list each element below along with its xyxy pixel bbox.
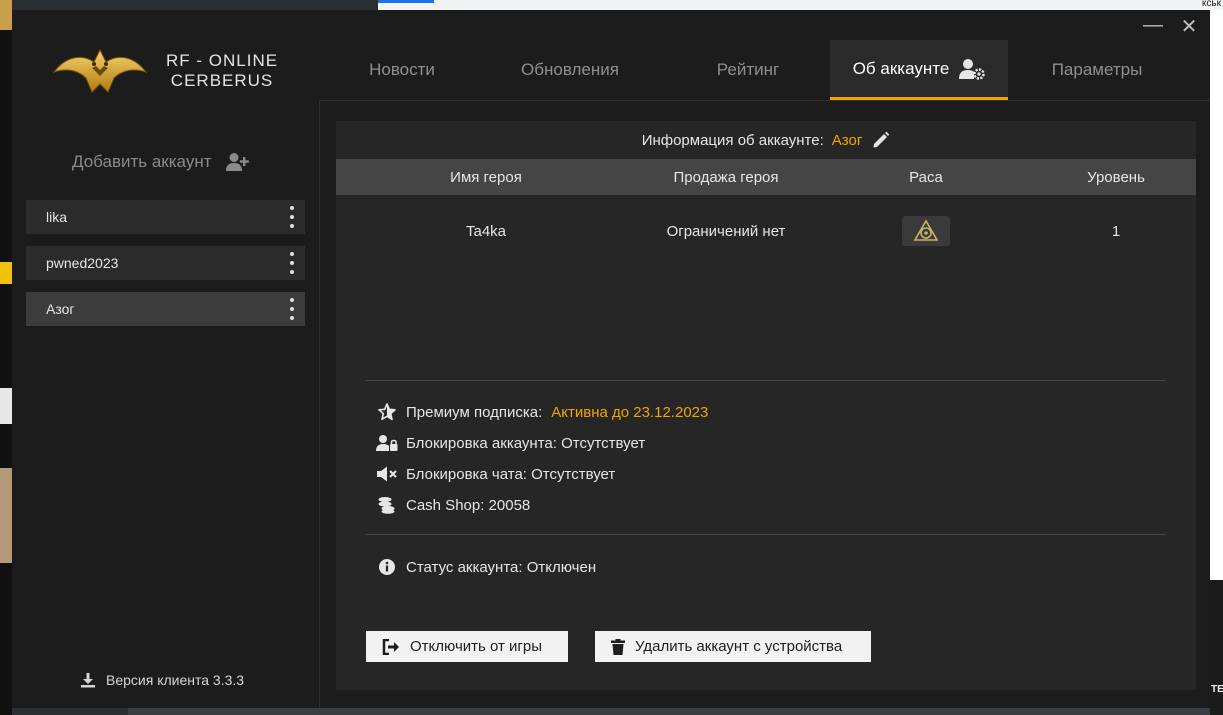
cerberus-logo-icon bbox=[52, 48, 148, 93]
account-status-text: Статус аккаунта: Отключен bbox=[406, 558, 597, 576]
brand-name: RF - ONLINE CERBERUS bbox=[166, 51, 278, 91]
client-version-label: Версия клиента 3.3.3 bbox=[106, 672, 245, 688]
tab-settings[interactable]: Параметры bbox=[1008, 40, 1186, 100]
background-text: кськ bbox=[1201, 0, 1221, 9]
background-text-right: TE bbox=[1211, 684, 1223, 695]
background-fragment bbox=[0, 0, 12, 30]
user-gear-icon bbox=[959, 58, 986, 80]
client-version[interactable]: Версия клиента 3.3.3 bbox=[80, 672, 244, 688]
hero-name-cell: Ta4ka bbox=[465, 222, 507, 240]
pencil-icon[interactable] bbox=[872, 131, 890, 149]
premium-line: Премиум подписка: Активна до 23.12.2023 bbox=[376, 403, 708, 421]
minimize-button[interactable]: — bbox=[1142, 14, 1164, 39]
background-tab-highlight bbox=[378, 0, 434, 3]
disconnect-button[interactable]: Отключить от игры bbox=[366, 631, 568, 662]
add-account-label: Добавить аккаунт bbox=[72, 152, 212, 171]
background-browser-strip: кськ bbox=[378, 0, 1223, 10]
background-fragment bbox=[0, 468, 12, 563]
account-name: pwned2023 bbox=[46, 255, 119, 271]
account-info-panel: Информация об аккаунте: Азог Имя героя П… bbox=[336, 121, 1196, 690]
account-name-highlight: Азог bbox=[831, 131, 863, 149]
tab-rating[interactable]: Рейтинг bbox=[666, 40, 830, 100]
cash-shop-line: Cash Shop: 20058 bbox=[376, 496, 530, 514]
sign-out-icon bbox=[382, 638, 399, 655]
tab-label: Об аккаунте bbox=[852, 58, 950, 78]
top-nav: Новости Обновления Рейтинг Об аккаунте П… bbox=[330, 40, 1186, 100]
divider bbox=[366, 380, 1166, 381]
background-window-left bbox=[0, 0, 12, 715]
kebab-menu-icon[interactable] bbox=[285, 296, 299, 322]
disconnect-label: Отключить от игры bbox=[410, 638, 543, 655]
account-item[interactable]: lika bbox=[26, 200, 305, 234]
account-name: lika bbox=[46, 209, 68, 225]
delete-account-label: Удалить аккаунт с устройства bbox=[635, 638, 843, 655]
chat-block-text: Блокировка чата: Отсутствует bbox=[406, 465, 616, 483]
account-name: Азог bbox=[46, 301, 75, 317]
background-fragment bbox=[0, 388, 12, 424]
tab-label: Параметры bbox=[1051, 60, 1143, 79]
kebab-menu-icon[interactable] bbox=[285, 204, 299, 230]
tab-label: Рейтинг bbox=[716, 60, 780, 79]
table-row: Ta4ka Ограничений нет 1 bbox=[336, 195, 1196, 267]
account-item-selected[interactable]: Азог bbox=[26, 292, 305, 326]
coins-icon bbox=[378, 497, 395, 514]
level-cell: 1 bbox=[1111, 222, 1121, 240]
trash-icon bbox=[611, 638, 625, 655]
premium-label: Премиум подписка: bbox=[406, 403, 543, 421]
background-bottom-strip bbox=[128, 708, 1210, 715]
download-icon bbox=[81, 673, 95, 688]
brand: RF - ONLINE CERBERUS bbox=[52, 46, 278, 96]
window-controls: — ✕ bbox=[1142, 14, 1200, 39]
kebab-menu-icon[interactable] bbox=[285, 250, 299, 276]
column-header-hero-name: Имя героя bbox=[450, 168, 522, 186]
divider bbox=[366, 534, 1166, 535]
account-item[interactable]: pwned2023 bbox=[26, 246, 305, 280]
background-window-right bbox=[1210, 10, 1223, 580]
background-fragment bbox=[0, 262, 12, 284]
column-header-race: Раса bbox=[909, 168, 943, 186]
brand-line-2: CERBERUS bbox=[170, 71, 274, 90]
account-list: lika pwned2023 Азог bbox=[26, 200, 305, 338]
cash-shop-text: Cash Shop: 20058 bbox=[406, 496, 531, 514]
star-icon bbox=[378, 403, 396, 421]
panel-title: Информация об аккаунте: bbox=[641, 131, 824, 149]
heroes-table-header: Имя героя Продажа героя Раса Уровень bbox=[336, 159, 1196, 195]
info-circle-icon bbox=[379, 559, 395, 575]
tab-label: Новости bbox=[369, 60, 435, 79]
account-block-line: Блокировка аккаунта: Отсутствует bbox=[376, 434, 645, 452]
volume-mute-icon bbox=[377, 466, 397, 482]
race-emblem-icon bbox=[913, 218, 939, 241]
close-button[interactable]: ✕ bbox=[1178, 14, 1200, 39]
tab-news[interactable]: Новости bbox=[330, 40, 474, 100]
hero-sale-cell: Ограничений нет bbox=[666, 222, 786, 240]
account-block-text: Блокировка аккаунта: Отсутствует bbox=[406, 434, 646, 452]
column-header-hero-sale: Продажа героя bbox=[673, 168, 779, 186]
race-badge bbox=[902, 215, 950, 246]
user-lock-icon bbox=[376, 435, 398, 451]
user-plus-icon bbox=[225, 153, 249, 171]
tab-label: Обновления bbox=[521, 60, 619, 79]
add-account-button[interactable]: Добавить аккаунт bbox=[72, 152, 250, 172]
race-cell bbox=[816, 215, 1036, 247]
column-header-level: Уровень bbox=[1087, 168, 1145, 186]
chat-block-line: Блокировка чата: Отсутствует bbox=[376, 465, 615, 483]
tab-updates[interactable]: Обновления bbox=[474, 40, 666, 100]
panel-header: Информация об аккаунте: Азог bbox=[336, 121, 1196, 159]
delete-account-button[interactable]: Удалить аккаунт с устройства bbox=[595, 631, 871, 662]
status-line: Статус аккаунта: Отключен bbox=[376, 558, 596, 576]
tab-account[interactable]: Об аккаунте bbox=[830, 40, 1008, 100]
premium-value: Активна до 23.12.2023 bbox=[551, 403, 709, 421]
launcher-window: — ✕ RF - ONLINE CERBERUS Новости Обновле… bbox=[12, 10, 1210, 708]
brand-line-1: RF - ONLINE bbox=[166, 51, 279, 70]
